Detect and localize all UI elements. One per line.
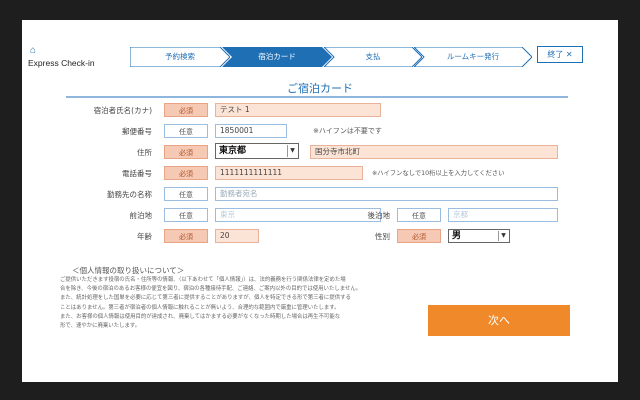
name-kana-label: 宿泊者氏名(カナ) bbox=[93, 106, 152, 115]
required-tag: 必須 bbox=[164, 145, 208, 159]
next-stay-input[interactable]: 京都 bbox=[448, 208, 558, 222]
address-label: 住所 bbox=[137, 148, 152, 157]
next-button[interactable]: 次へ bbox=[428, 305, 570, 336]
required-tag: 必須 bbox=[164, 166, 208, 180]
required-tag: 必須 bbox=[397, 229, 441, 243]
city-input[interactable]: 国分寺市北町 bbox=[310, 145, 558, 159]
chevron-down-icon: ▼ bbox=[498, 231, 508, 241]
phone-hint: ※ハイフンなしで10桁以上を入力してください bbox=[372, 170, 505, 177]
step-label: 宿泊カード bbox=[258, 52, 296, 61]
name-kana-input[interactable]: テスト 1 bbox=[215, 103, 381, 117]
gender-label: 性別 bbox=[375, 232, 390, 241]
prefecture-value: 東京都 bbox=[219, 146, 247, 156]
postal-hint: ※ハイフンは不要です bbox=[313, 127, 382, 135]
age-label: 年齢 bbox=[137, 232, 152, 241]
step-payment: 支払 bbox=[324, 47, 422, 67]
step-label: 予約検索 bbox=[165, 52, 195, 61]
phone-label: 電話番号 bbox=[122, 169, 152, 178]
prev-stay-label: 前泊地 bbox=[129, 211, 153, 220]
company-input[interactable]: 勤務者宛名 bbox=[215, 187, 558, 201]
privacy-line: ご提供いただきます投宿の氏名・住所等の情報、（以下あわせて「個人情報」）は、法的… bbox=[60, 277, 346, 283]
page-title: ご宿泊カード bbox=[287, 82, 353, 95]
gender-select[interactable]: 男 ▼ bbox=[448, 229, 510, 243]
company-label: 勤務先の名称 bbox=[107, 190, 152, 199]
exit-button[interactable]: 終了 ✕ bbox=[537, 46, 583, 63]
required-tag: 必須 bbox=[164, 103, 208, 117]
optional-tag: 任意 bbox=[397, 208, 441, 222]
privacy-line: また、統計処理をした国単を必要に応じて第三者に提供することがありますが、個人を特… bbox=[60, 295, 351, 302]
privacy-line: ことはありません。第三者が宿泊者の個人情報に触れることが無いよう、合理的な範囲内… bbox=[60, 304, 340, 311]
step-room-key: ルームキー発行 bbox=[414, 47, 532, 67]
optional-tag: 任意 bbox=[164, 124, 208, 138]
required-tag: 必須 bbox=[164, 229, 208, 243]
postal-input[interactable]: 1850001 bbox=[215, 124, 287, 138]
phone-input[interactable]: 1111111111111 bbox=[215, 166, 363, 180]
title-divider bbox=[66, 96, 568, 98]
privacy-text: ご提供いただきます投宿の氏名・住所等の情報、（以下あわせて「個人情報」）は、法的… bbox=[60, 276, 432, 331]
privacy-line: 形で、速やかに廃棄いたします。 bbox=[60, 323, 141, 330]
prefecture-select[interactable]: 東京都 ▼ bbox=[215, 143, 299, 159]
optional-tag: 任意 bbox=[164, 208, 208, 222]
brand-name: Express Check-in bbox=[28, 58, 95, 68]
age-input[interactable]: 20 bbox=[215, 229, 259, 243]
chevron-down-icon: ▼ bbox=[287, 145, 297, 157]
home-icon[interactable]: ⌂ bbox=[30, 46, 40, 56]
next-stay-label: 後泊地 bbox=[367, 211, 391, 220]
step-label: 支払 bbox=[365, 52, 381, 61]
step-label: ルームキー発行 bbox=[446, 52, 500, 61]
step-reservation-search: 予約検索 bbox=[130, 47, 230, 67]
privacy-line: また、お客様の個人情報は使用目的が達成され、廃棄してはかまする必要がなくなった時… bbox=[60, 313, 341, 320]
step-stay-card: 宿泊カード bbox=[222, 47, 332, 67]
gender-value: 男 bbox=[452, 231, 462, 241]
brand: ⌂ Express Check-in bbox=[28, 28, 124, 69]
privacy-line: 合を除き、今後の宿泊のあるお客様の便宜を図り、宿泊の各種接待手配、ご連絡、ご案内… bbox=[60, 286, 362, 293]
privacy-heading: ＜個人情報の取り扱いについて＞ bbox=[72, 266, 185, 275]
postal-label: 郵便番号 bbox=[122, 127, 152, 136]
optional-tag: 任意 bbox=[164, 187, 208, 201]
